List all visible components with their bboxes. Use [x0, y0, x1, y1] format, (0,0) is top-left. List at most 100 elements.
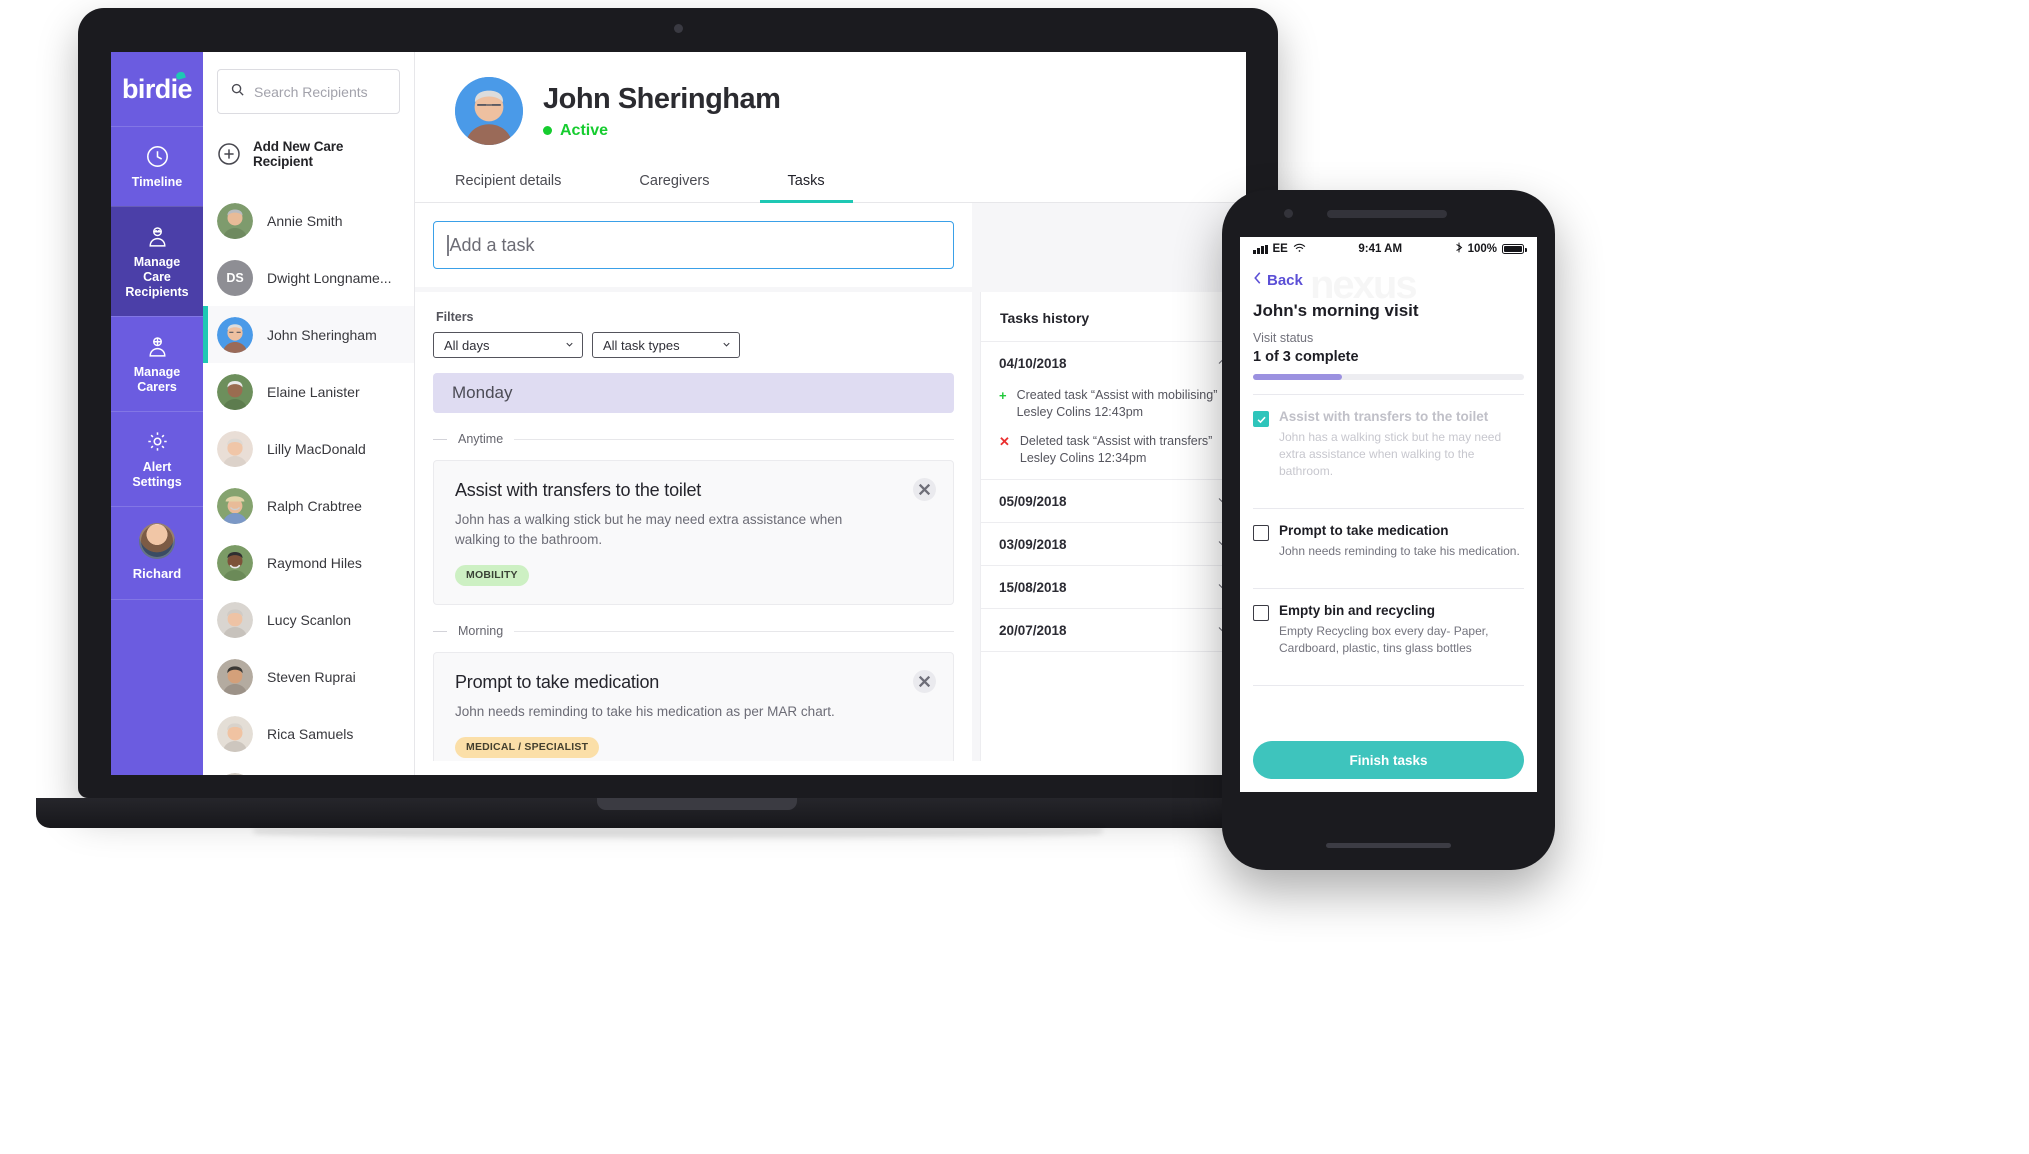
task-type-badge: MOBILITY	[455, 565, 529, 586]
tab-recipient-details[interactable]: Recipient details	[455, 173, 561, 202]
laptop-webcam-icon	[674, 24, 683, 33]
day-header: Monday	[433, 373, 954, 413]
history-date-row[interactable]: 04/10/2018	[981, 342, 1246, 384]
rail-item-timeline[interactable]: Timeline	[111, 126, 203, 206]
status-bar-right: 100%	[1455, 242, 1527, 256]
phone-status-bar: EE 9:41 AM 100%	[1240, 237, 1537, 261]
status-badge: Active	[543, 122, 780, 140]
history-date: 04/10/2018	[999, 356, 1067, 371]
list-item-label: Lucy Scanlon	[267, 611, 352, 628]
task-checkbox[interactable]	[1253, 605, 1269, 621]
list-item[interactable]: Shirley Thompson	[203, 762, 414, 775]
list-item[interactable]: Elaine Lanister	[203, 363, 414, 420]
care-recipient-icon	[115, 222, 199, 250]
divider	[433, 630, 447, 632]
task-card[interactable]: Assist with transfers to the toilet John…	[433, 460, 954, 605]
visit-status-label: Visit status	[1253, 331, 1314, 345]
rail-user-name: Richard	[132, 566, 182, 581]
history-events: + Created task “Assist with mobilising” …	[981, 384, 1246, 479]
filter-task-types-value: All task types	[603, 337, 680, 353]
history-event-meta: Lesley Colins 12:34pm	[1019, 451, 1147, 465]
bluetooth-icon	[1455, 242, 1463, 256]
history-date-row[interactable]: 03/09/2018	[981, 523, 1246, 565]
history-event: ✕ Deleted task “Assist with transfers” L…	[981, 433, 1246, 479]
task-body: Assist with transfers to the toilet John…	[1279, 409, 1524, 480]
search-icon	[230, 82, 245, 102]
task-description: John needs reminding to take his medicat…	[455, 704, 835, 719]
rail-item-manage-care-recipients[interactable]: Manage Care Recipients	[111, 206, 203, 316]
filter-days-value: All days	[444, 337, 490, 353]
history-date: 03/09/2018	[999, 537, 1067, 552]
section-label: Morning	[458, 624, 504, 638]
task-type-badge: MEDICAL / SPECIALIST	[455, 737, 600, 758]
task-description: John has a walking stick but he may need…	[455, 512, 843, 547]
list-item[interactable]: Raymond Hiles	[203, 534, 414, 591]
list-item-selected[interactable]: John Sheringham	[203, 306, 414, 363]
avatar	[217, 373, 253, 410]
brand-logo[interactable]: birdie	[111, 52, 203, 126]
avatar	[217, 430, 253, 467]
tab-tasks[interactable]: Tasks	[759, 173, 853, 203]
list-item[interactable]: Empty bin and recycling Empty Recycling …	[1240, 589, 1537, 671]
avatar	[217, 601, 253, 638]
rail-item-manage-carers[interactable]: Manage Carers	[111, 316, 203, 411]
history-date-row[interactable]: 15/08/2018	[981, 566, 1246, 608]
list-item[interactable]: Ralph Crabtree	[203, 477, 414, 534]
phone-body: nexus EE 9:41 AM	[1222, 190, 1555, 870]
history-date-row[interactable]: 05/09/2018	[981, 480, 1246, 522]
list-item-label: Ralph Crabtree	[267, 497, 362, 514]
task-checkbox[interactable]	[1253, 525, 1269, 541]
list-item[interactable]: Prompt to take medication John needs rem…	[1240, 509, 1537, 574]
task-title: Assist with transfers to the toilet	[455, 480, 702, 500]
task-card[interactable]: Prompt to take medication John needs rem…	[433, 652, 954, 761]
laptop-screen: birdie Timeline Manage Care Recipients M…	[111, 52, 1246, 775]
laptop-shadow	[254, 828, 1102, 838]
rail-item-alert-settings[interactable]: Alert Settings	[111, 411, 203, 506]
search-box[interactable]	[217, 69, 400, 114]
add-new-care-recipient-label: Add New Care Recipient	[253, 139, 344, 169]
list-item[interactable]: Rica Samuels	[203, 705, 414, 762]
day-header-label: Monday	[452, 383, 513, 402]
task-title: Prompt to take medication	[1279, 523, 1449, 538]
tab-bar: Recipient details Caregivers Tasks	[415, 173, 1246, 203]
list-item[interactable]: Lucy Scanlon	[203, 591, 414, 648]
list-item[interactable]: Lilly MacDonald	[203, 420, 414, 477]
divider	[514, 630, 954, 632]
list-item[interactable]: DS Dwight Longname...	[203, 249, 414, 306]
recipient-list[interactable]: Annie Smith DS Dwight Longname... John S…	[203, 192, 414, 775]
history-date-row[interactable]: 20/07/2018	[981, 609, 1246, 651]
list-item[interactable]: Steven Ruprai	[203, 648, 414, 705]
filters-row: All days All task types	[433, 332, 954, 358]
task-description: Empty Recycling box every day- Paper, Ca…	[1279, 624, 1489, 655]
task-title: Assist with transfers to the toilet	[1279, 409, 1489, 424]
status-dot-icon	[543, 126, 552, 135]
list-item[interactable]: Annie Smith	[203, 192, 414, 249]
status-text: Active	[560, 121, 609, 139]
screenshot-stage: birdie Timeline Manage Care Recipients M…	[0, 0, 2029, 1154]
carer-icon	[115, 332, 199, 360]
filter-task-types-select[interactable]: All task types	[592, 332, 740, 358]
list-item-label: Elaine Lanister	[267, 383, 360, 400]
rail-label-timeline: Timeline	[131, 175, 183, 189]
history-group: 03/09/2018	[981, 523, 1246, 566]
task-checkbox-checked[interactable]	[1253, 411, 1269, 427]
add-new-care-recipient-button[interactable]: Add New Care Recipient	[203, 114, 414, 192]
add-task-input[interactable]: Add a task	[433, 221, 954, 269]
page-title: John Sheringham	[543, 82, 781, 115]
list-item[interactable]: Assist with transfers to the toilet John…	[1240, 395, 1537, 494]
main-pane: John Sheringham Active Recipient details…	[415, 52, 1246, 775]
task-title: Prompt to take medication	[455, 672, 660, 692]
filter-days-select[interactable]: All days	[433, 332, 583, 358]
avatar	[217, 772, 253, 775]
search-input[interactable]	[254, 83, 387, 100]
history-event-title: Created task “Assist with mobilising”	[1016, 388, 1218, 402]
delete-task-button[interactable]	[913, 478, 936, 501]
history-group: 05/09/2018	[981, 480, 1246, 523]
history-event-meta: Lesley Colins 12:43pm	[1016, 405, 1144, 419]
divider	[433, 438, 447, 440]
tab-caregivers[interactable]: Caregivers	[639, 173, 709, 202]
delete-task-button[interactable]	[913, 670, 936, 693]
rail-current-user[interactable]: Richard	[111, 506, 203, 600]
finish-tasks-button[interactable]: Finish tasks	[1253, 741, 1524, 779]
watermark: nexus	[1310, 263, 1416, 308]
